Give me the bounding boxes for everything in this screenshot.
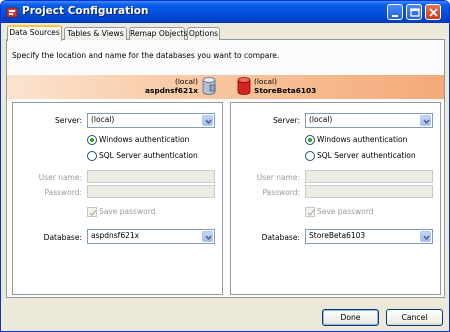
database-header-band (7, 75, 444, 99)
left-db-summary: (local) aspdnsf621x (145, 77, 198, 95)
save-password-label: Save password (99, 207, 156, 216)
right-db-server-text: (local) (254, 77, 277, 86)
maximize-button[interactable] (406, 4, 422, 20)
right-database-value: StoreBeta6103 (309, 231, 366, 240)
left-db-server-text: (local) (175, 77, 198, 86)
check-icon (307, 209, 315, 216)
left-sql-auth-radio[interactable] (87, 151, 97, 161)
check-icon (89, 209, 97, 216)
chevron-down-icon (202, 231, 213, 242)
left-password-input[interactable] (87, 185, 215, 198)
instruction-text: Specify the location and name for the da… (12, 51, 280, 60)
save-password-label: Save password (317, 207, 374, 216)
left-user-name-input[interactable] (87, 170, 215, 183)
server-label: Server: (55, 116, 82, 125)
chevron-down-icon (420, 231, 431, 242)
done-button[interactable]: Done (322, 309, 379, 326)
right-db-summary: (local) StoreBeta6103 (254, 77, 316, 95)
user-name-label: User name: (38, 173, 82, 182)
tab-label: Data Sources (9, 28, 60, 37)
minimize-button[interactable] (387, 4, 403, 20)
right-db-name-text: StoreBeta6103 (254, 86, 317, 95)
title-bar[interactable]: Project Configuration (1, 1, 449, 23)
right-server-select[interactable]: (local) (305, 113, 433, 128)
tab-remap-objects[interactable]: Remap Objects (129, 27, 188, 40)
tab-label: Tables & Views (67, 29, 124, 38)
maximize-icon (410, 8, 420, 17)
right-windows-auth-radio[interactable] (305, 135, 315, 145)
chevron-down-icon (420, 115, 431, 126)
tab-tables-views[interactable]: Tables & Views (64, 27, 127, 40)
database-label: Database: (261, 233, 300, 242)
database-cylinder-red-icon (237, 77, 251, 95)
right-connection-panel: Server: (local) Windows authentication S… (230, 102, 441, 295)
tab-options[interactable]: Options (187, 27, 220, 40)
user-name-label: User name: (256, 173, 300, 182)
database-cylinder-gray-icon (202, 77, 216, 95)
project-configuration-window: Project Configuration Data Sources Table… (0, 0, 450, 332)
cancel-button[interactable]: Cancel (386, 309, 443, 326)
password-label: Password: (44, 188, 82, 197)
minimize-icon (392, 15, 398, 17)
tab-data-sources[interactable]: Data Sources (7, 25, 62, 41)
close-window-button[interactable] (425, 4, 441, 20)
windows-auth-label: Windows authentication (317, 135, 408, 144)
app-icon (6, 7, 18, 18)
right-password-input[interactable] (305, 185, 433, 198)
tab-label: Remap Objects (130, 29, 188, 38)
left-db-name-text: aspdnsf621x (144, 86, 198, 95)
left-database-value: aspdnsf621x (91, 231, 140, 240)
sql-auth-label: SQL Server authentication (99, 151, 198, 160)
right-server-value: (local) (309, 115, 333, 124)
right-user-name-input[interactable] (305, 170, 433, 183)
database-label: Database: (43, 233, 82, 242)
windows-auth-label: Windows authentication (99, 135, 190, 144)
window-title: Project Configuration (22, 5, 149, 17)
left-server-select[interactable]: (local) (87, 113, 215, 128)
right-sql-auth-radio[interactable] (305, 151, 315, 161)
left-database-select[interactable]: aspdnsf621x (87, 229, 215, 244)
tab-label: Options (188, 29, 219, 38)
left-windows-auth-radio[interactable] (87, 135, 97, 145)
close-icon (429, 8, 438, 17)
left-server-value: (local) (91, 115, 115, 124)
right-save-password-checkbox[interactable] (305, 207, 315, 217)
chevron-down-icon (202, 115, 213, 126)
server-label: Server: (273, 116, 300, 125)
left-connection-panel: Server: (local) Windows authentication S… (12, 102, 223, 295)
left-save-password-checkbox[interactable] (87, 207, 97, 217)
sql-auth-label: SQL Server authentication (317, 151, 416, 160)
password-label: Password: (262, 188, 300, 197)
right-database-select[interactable]: StoreBeta6103 (305, 229, 433, 244)
